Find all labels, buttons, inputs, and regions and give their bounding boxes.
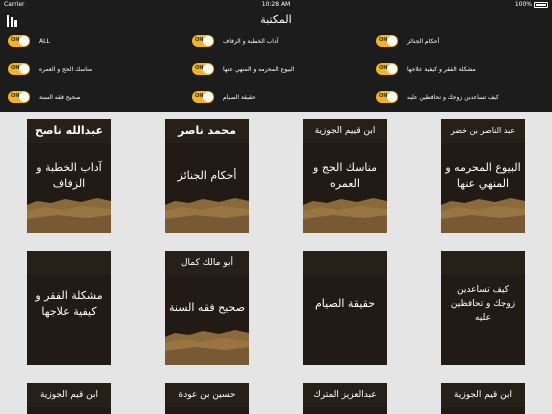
book-author: عبدالعزيز المترك	[303, 383, 387, 407]
book-card[interactable]: ابن قييم الجوزية مناسك الحج و العمره	[303, 119, 387, 233]
filter-toggle[interactable]: ON	[8, 35, 30, 47]
filter-label: آداب الخطبة و الزفاف	[223, 37, 279, 45]
clock: 10:28 AM	[261, 1, 291, 8]
book-card[interactable]: عبد الناصر بن خضر البيوع المحرمه و المنه…	[441, 119, 525, 233]
book-author: أبو مالك كمال	[165, 251, 249, 275]
book-card[interactable]: عبدالعزيز المترك	[303, 383, 387, 414]
book-card[interactable]: ابن قيم الجوزية	[441, 383, 525, 414]
filter-label: صحيح فقه السنة	[39, 93, 81, 101]
book-title: صحيح فقه السنة	[168, 301, 245, 314]
filter-label: مشكلة الفقر و كيفية علاجها	[407, 65, 476, 73]
book-author: محمد ناصر	[165, 119, 249, 143]
filter-all[interactable]: ON ALL	[8, 34, 50, 48]
book-author: حسين بن عودة	[165, 383, 249, 407]
book-card[interactable]: حقيقة الصيام	[303, 251, 387, 365]
book-author	[27, 251, 111, 275]
book-author	[441, 251, 525, 275]
book-author: عبد الناصر بن خضر	[441, 119, 525, 143]
filter-toggle[interactable]: ON	[8, 91, 30, 103]
page-title: المكتبة	[260, 13, 292, 26]
filter-label: مناسك الحج و العمره	[39, 65, 93, 73]
filter-hajj[interactable]: ON مناسك الحج و العمره	[8, 62, 92, 76]
book-title: مشكلة الفقر و كيفية علاجها	[35, 289, 103, 318]
filter-label: أحكام الجنائز	[407, 37, 440, 45]
book-author: ابن قيم الجوزية	[441, 383, 525, 407]
filter-fasting[interactable]: ON حقيقة الصيام	[192, 90, 256, 104]
book-author: عبدالله ناصح	[27, 119, 111, 143]
filter-panel: ON ALL ON آداب الخطبة و الزفاف ON أحكام …	[0, 32, 552, 112]
filter-label: البيوع المحرمه و المنهي عنها	[223, 65, 295, 73]
filter-toggle[interactable]: ON	[376, 91, 398, 103]
book-card[interactable]: عبدالله ناصح آداب الخطبة و الزفاف	[27, 119, 111, 233]
filter-toggle[interactable]: ON	[192, 91, 214, 103]
book-title: آداب الخطبة و الزفاف	[36, 161, 102, 190]
book-card[interactable]: أبو مالك كمال صحيح فقه السنة	[165, 251, 249, 365]
filter-label: ALL	[39, 37, 50, 45]
book-title: البيوع المحرمه و المنهي عنها	[445, 161, 521, 190]
book-card[interactable]: كيف تساعدين زوجك و تحافظين عليه	[441, 251, 525, 365]
navigation-bar: المكتبة	[0, 10, 552, 32]
filter-sales[interactable]: ON البيوع المحرمه و المنهي عنها	[192, 62, 294, 76]
filter-toggle[interactable]: ON	[192, 63, 214, 75]
book-card[interactable]: محمد ناصر أحكام الجنائز	[165, 119, 249, 233]
filter-poverty[interactable]: ON مشكلة الفقر و كيفية علاجها	[376, 62, 476, 76]
filter-toggle[interactable]: ON	[376, 63, 398, 75]
book-title: حقيقة الصيام	[314, 297, 376, 310]
book-card[interactable]: حسين بن عودة	[165, 383, 249, 414]
filter-wedding[interactable]: ON آداب الخطبة و الزفاف	[192, 34, 278, 48]
filter-husband[interactable]: ON كيف تساعدين زوجك و تحافظين عليه	[376, 90, 499, 104]
filter-toggle[interactable]: ON	[8, 63, 30, 75]
filter-toggle[interactable]: ON	[192, 35, 214, 47]
book-author: ابن قييم الجوزية	[303, 119, 387, 143]
book-title: أحكام الجنائز	[177, 169, 237, 182]
book-author: ابن قيم الجوزية	[27, 383, 111, 407]
status-bar: Carrier 10:28 AM 100%	[0, 0, 552, 10]
filter-funerals[interactable]: ON أحكام الجنائز	[376, 34, 439, 48]
filter-label: حقيقة الصيام	[223, 93, 256, 101]
filter-label: كيف تساعدين زوجك و تحافظين عليه	[407, 93, 499, 101]
book-title: مناسك الحج و العمره	[313, 161, 377, 190]
book-grid: عبدالله ناصح آداب الخطبة و الزفاف محمد ن…	[0, 112, 552, 414]
battery-status: 100%	[515, 0, 548, 10]
book-author	[303, 251, 387, 275]
filter-sunnah[interactable]: ON صحيح فقه السنة	[8, 90, 80, 104]
battery-icon	[534, 2, 548, 8]
filter-toggle[interactable]: ON	[376, 35, 398, 47]
battery-percent: 100%	[514, 1, 532, 8]
book-title: كيف تساعدين زوجك و تحافظين عليه	[450, 285, 516, 323]
book-card[interactable]: مشكلة الفقر و كيفية علاجها	[27, 251, 111, 365]
book-card[interactable]: ابن قيم الجوزية	[27, 383, 111, 414]
